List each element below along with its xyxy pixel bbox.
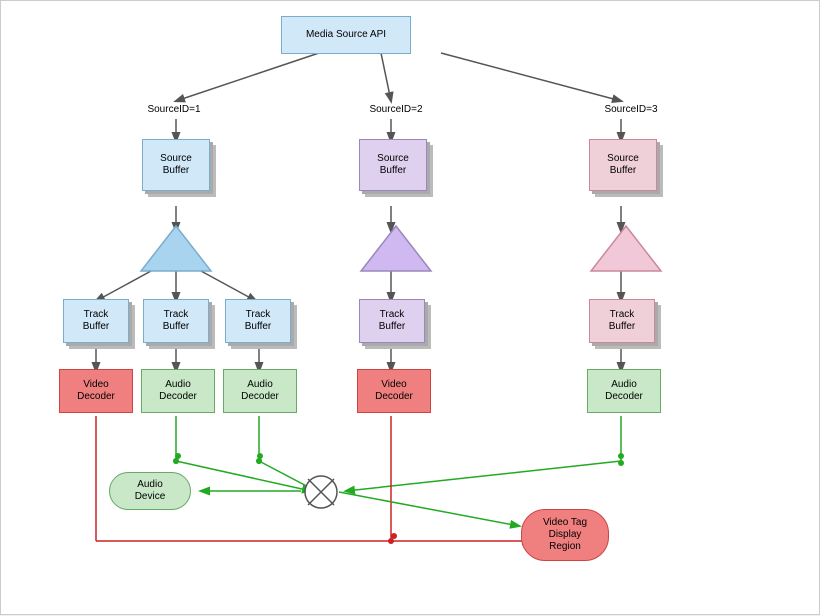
track-buffer-1b: TrackBuffer [143,299,209,343]
media-source-api-box: Media Source API [281,16,411,54]
audio-decoder-1b: AudioDecoder [223,369,297,413]
track-buffer-1a: TrackBuffer [63,299,129,343]
audio-decoder-3: AudioDecoder [587,369,661,413]
audio-device: AudioDevice [109,472,191,510]
track-buffer-1c: TrackBuffer [225,299,291,343]
triangle-2 [356,221,436,276]
video-tag-display-region: Video TagDisplayRegion [521,509,609,561]
diagram-container: Media Source API SourceID=1 SourceID=2 S… [0,0,820,615]
source-buffer-3: SourceBuffer [589,139,657,191]
triangle-3 [586,221,666,276]
source-id-3-label: SourceID=3 [586,101,676,119]
track-buffer-2: TrackBuffer [359,299,425,343]
audio-decoder-1a: AudioDecoder [141,369,215,413]
source-id-2-label: SourceID=2 [351,101,441,119]
video-decoder-2: VideoDecoder [357,369,431,413]
source-id-1-label: SourceID=1 [129,101,219,119]
source-buffer-1: SourceBuffer [142,139,210,191]
triangle-1 [136,221,216,276]
source-buffer-2: SourceBuffer [359,139,427,191]
mixer-circle [303,474,339,510]
track-buffer-3: TrackBuffer [589,299,655,343]
video-decoder-1: VideoDecoder [59,369,133,413]
